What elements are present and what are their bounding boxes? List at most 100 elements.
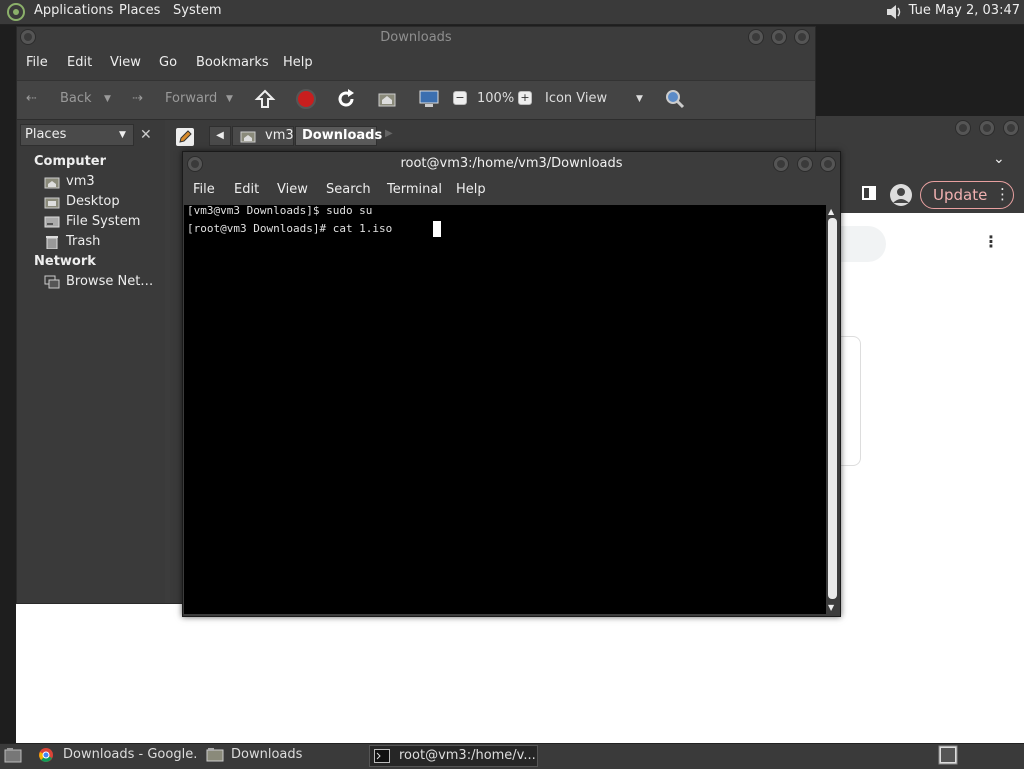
drive-icon	[44, 215, 60, 229]
zoom-out-icon[interactable]: −	[453, 91, 467, 105]
network-icon	[44, 275, 60, 289]
search-icon[interactable]	[663, 88, 685, 110]
back-arrow-icon[interactable]: ⇠	[26, 88, 37, 110]
view-mode-select[interactable]: Icon View ▼	[545, 88, 650, 110]
chrome-minimize-button[interactable]	[955, 120, 971, 136]
chrome-search-box[interactable]	[840, 226, 886, 262]
term-menu-search[interactable]: Search	[326, 180, 371, 200]
terminal-scrollbar-thumb[interactable]	[828, 218, 837, 599]
distro-logo-icon[interactable]	[6, 2, 26, 22]
term-menu-help[interactable]: Help	[456, 180, 486, 200]
up-arrow-icon[interactable]	[254, 88, 276, 110]
chrome-page-content	[835, 213, 1024, 606]
fm-menu-view[interactable]: View	[110, 53, 141, 73]
fm-menu-go[interactable]: Go	[159, 53, 177, 73]
sidebar-heading-computer: Computer	[34, 154, 107, 169]
home-folder-icon	[240, 130, 256, 144]
edit-location-icon[interactable]	[176, 128, 194, 146]
places-chevron-icon: ▼	[119, 130, 126, 140]
term-menu-terminal[interactable]: Terminal	[387, 180, 442, 200]
speaker-icon[interactable]	[884, 2, 904, 22]
term-menu-view[interactable]: View	[277, 180, 308, 200]
terminal-line: [root@vm3 Downloads]# cat 1.iso	[187, 222, 393, 235]
fm-minimize-button[interactable]	[748, 29, 764, 45]
sidebar-heading-network: Network	[34, 254, 96, 269]
update-button[interactable]: Update ⋮	[920, 181, 1014, 209]
profile-avatar-icon[interactable]	[890, 184, 912, 206]
side-panel-icon[interactable]	[862, 186, 876, 200]
taskbar-label-file-manager: Downloads	[231, 747, 303, 762]
folder-icon	[206, 748, 224, 762]
sidebar-item-vm3[interactable]: vm3	[66, 172, 95, 192]
term-close-button[interactable]	[820, 156, 836, 172]
path-label-vm3: vm3	[265, 128, 294, 143]
terminal-cursor	[433, 221, 441, 237]
show-desktop-icon[interactable]	[4, 747, 22, 763]
back-button[interactable]: Back	[60, 88, 92, 110]
places-select-label: Places	[25, 127, 67, 142]
sidebar-item-browse-network[interactable]: Browse Net…	[66, 272, 153, 292]
forward-button[interactable]: Forward	[165, 88, 217, 110]
path-back-arrow-icon[interactable]: ◀	[209, 126, 231, 146]
update-label: Update	[933, 186, 988, 204]
terminal-title: root@vm3:/home/vm3/Downloads	[400, 156, 623, 171]
chrome-close-button[interactable]	[1003, 120, 1019, 136]
term-minimize-button[interactable]	[773, 156, 789, 172]
clock[interactable]: Tue May 2, 03:47	[909, 0, 1020, 24]
home-folder-icon[interactable]	[376, 88, 398, 110]
taskbar-label-chrome: Downloads - Google...	[63, 747, 198, 762]
fm-menu-bookmarks[interactable]: Bookmarks	[196, 53, 269, 73]
file-manager-title: Downloads	[380, 30, 452, 45]
workspace-switcher-icon[interactable]	[938, 745, 958, 765]
reload-icon[interactable]	[335, 88, 357, 110]
chrome-logo-icon	[38, 747, 54, 763]
fm-menu-help[interactable]: Help	[283, 53, 313, 73]
path-button-vm3[interactable]: vm3	[232, 126, 294, 146]
path-label-downloads: Downloads	[302, 128, 383, 143]
view-mode-label: Icon View	[545, 91, 608, 106]
sidebar-places-select[interactable]: Places ▼	[20, 124, 134, 146]
forward-arrow-icon[interactable]: ⇢	[132, 88, 143, 110]
trash-icon	[44, 235, 60, 250]
back-history-chevron-icon[interactable]: ▼	[104, 88, 111, 110]
fm-menu-file[interactable]: File	[26, 53, 48, 73]
term-menu-edit[interactable]: Edit	[234, 180, 259, 200]
zoom-in-icon[interactable]: +	[518, 91, 532, 105]
path-button-downloads[interactable]: Downloads	[295, 126, 382, 146]
stop-icon[interactable]	[295, 88, 317, 110]
fm-maximize-button[interactable]	[771, 29, 787, 45]
view-mode-chevron-icon: ▼	[636, 94, 643, 104]
close-sidebar-icon[interactable]: ✕	[140, 127, 152, 143]
computer-icon[interactable]	[418, 88, 440, 110]
desktop-folder-icon	[44, 195, 60, 209]
chevron-down-icon[interactable]: ⌄	[993, 151, 1005, 167]
system-menu[interactable]: System	[173, 0, 221, 24]
forward-history-chevron-icon[interactable]: ▼	[226, 88, 233, 110]
chrome-maximize-button[interactable]	[979, 120, 995, 136]
taskbar-label-terminal: root@vm3:/home/v...	[399, 748, 536, 763]
background-window-content	[16, 600, 1024, 743]
sidebar-item-trash[interactable]: Trash	[66, 232, 100, 252]
more-vert-icon: ⋮	[995, 185, 1010, 203]
sidebar-item-desktop[interactable]: Desktop	[66, 192, 120, 212]
taskbar-item-chrome[interactable]: Downloads - Google...	[36, 745, 198, 767]
fm-menu-edit[interactable]: Edit	[67, 53, 92, 73]
fm-close-button[interactable]	[794, 29, 810, 45]
places-menu[interactable]: Places	[119, 0, 160, 24]
page-menu-icon[interactable]: ⋮	[983, 232, 999, 251]
terminal-screen[interactable]	[184, 205, 826, 614]
term-menu-file[interactable]: File	[193, 180, 215, 200]
scroll-up-arrow-icon[interactable]: ▲	[828, 207, 834, 216]
zoom-level: 100%	[477, 91, 515, 106]
scroll-down-arrow-icon[interactable]: ▼	[828, 603, 834, 612]
taskbar-item-terminal[interactable]: root@vm3:/home/v...	[369, 745, 538, 767]
chrome-card	[840, 336, 861, 466]
terminal-line: [vm3@vm3 Downloads]$ sudo su	[187, 204, 373, 217]
term-maximize-button[interactable]	[797, 156, 813, 172]
taskbar-item-file-manager[interactable]: Downloads	[204, 745, 364, 767]
home-folder-icon	[44, 175, 60, 189]
applications-menu[interactable]: Applications	[34, 0, 113, 24]
sidebar-item-file-system[interactable]: File System	[66, 212, 140, 232]
terminal-icon	[374, 749, 390, 763]
path-forward-arrow-icon[interactable]: ▶	[385, 128, 393, 139]
